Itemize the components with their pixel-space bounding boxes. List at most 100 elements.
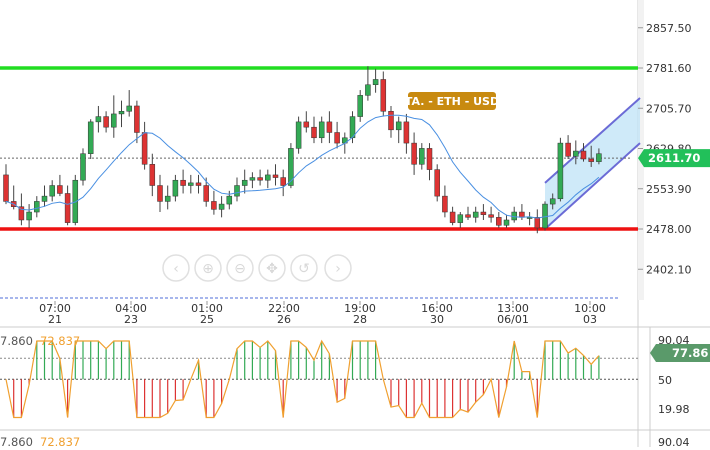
candle-body <box>3 174 9 202</box>
date-tick-label: 30 <box>430 313 444 326</box>
price-tick-label: 2705.70 <box>646 102 692 115</box>
osc2-value-2: 72.837 <box>40 435 80 447</box>
candle-body <box>134 105 140 133</box>
candle-body <box>34 201 40 213</box>
candle-body <box>26 211 32 221</box>
candle-body <box>95 116 102 123</box>
candle-body <box>357 95 363 117</box>
candle-body <box>41 195 48 202</box>
candle-body <box>295 121 302 149</box>
candle-body <box>549 198 556 205</box>
nav-button-glyph: ⊖ <box>234 261 246 277</box>
price-tick-label: 2553.90 <box>646 183 692 196</box>
candle-body <box>326 121 333 133</box>
candle-body <box>64 193 71 223</box>
candle-body <box>503 219 510 226</box>
date-tick-label: 21 <box>48 313 62 326</box>
candle-body <box>280 177 286 186</box>
osc-current-label: 77.86 <box>672 346 708 360</box>
candle-body <box>80 153 86 181</box>
candle-body <box>488 214 494 218</box>
candle-body <box>87 121 94 154</box>
candle-body <box>534 217 541 229</box>
candle-body <box>257 177 263 181</box>
date-tick-label: 28 <box>353 313 367 326</box>
candle-body <box>311 126 317 139</box>
osc-tick-label: 19.98 <box>658 403 690 416</box>
date-tick-label: 26 <box>277 313 291 326</box>
candle-body <box>118 111 125 115</box>
candle-body <box>49 185 55 197</box>
price-tick-label: 2781.60 <box>646 62 692 75</box>
price-tick-label: 2857.50 <box>646 22 692 35</box>
candle-body <box>218 203 225 210</box>
date-tick-label: 03 <box>583 313 597 326</box>
instrument-tag: TA. - ETH - USD <box>405 95 499 108</box>
candle-body <box>403 121 410 144</box>
candle-body <box>596 153 602 162</box>
candle-body <box>395 121 402 131</box>
date-tick-label: 23 <box>124 313 138 326</box>
candle-body <box>126 105 132 112</box>
price-tick-label: 2478.00 <box>646 223 692 236</box>
candle-body <box>288 148 294 186</box>
candle-body <box>519 211 525 218</box>
osc2-tick-label: 90.04 <box>658 436 690 447</box>
current-price-label: 2611.70 <box>648 151 700 165</box>
candle-body <box>234 185 240 197</box>
osc-value-1: 7.860 <box>0 334 33 348</box>
candle-body <box>203 185 209 202</box>
candle-body <box>188 182 194 186</box>
candle-body <box>426 148 433 170</box>
candle-body <box>580 150 587 160</box>
osc2-value-1: 7.860 <box>0 435 33 447</box>
price-tick-label: 2402.10 <box>646 263 692 276</box>
candle-body <box>111 113 117 128</box>
candle-body <box>372 79 379 86</box>
candle-body <box>380 79 387 112</box>
candle-body <box>318 121 325 139</box>
candle-body <box>103 116 109 128</box>
nav-button-glyph: ✥ <box>266 261 278 277</box>
nav-button-glyph: ↺ <box>298 261 310 277</box>
candle-body <box>57 185 63 194</box>
nav-button-glyph: ‹ <box>173 261 179 277</box>
candle-body <box>180 179 186 186</box>
candle-body <box>149 164 156 186</box>
candle-body <box>457 214 464 223</box>
candle-body <box>496 217 502 226</box>
candle-body <box>388 111 394 131</box>
candle-body <box>157 185 163 202</box>
candle-body <box>472 211 479 218</box>
candle-body <box>434 169 440 197</box>
candle-body <box>573 150 579 157</box>
osc-value-2: 72.837 <box>40 334 80 348</box>
date-tick-label: 25 <box>200 313 214 326</box>
osc-tick-label: 50 <box>658 374 672 387</box>
candle-body <box>164 195 171 202</box>
candle-body <box>334 132 340 144</box>
candle-body <box>265 174 271 181</box>
nav-button-glyph: › <box>335 261 341 277</box>
candle-body <box>303 121 310 128</box>
candle-body <box>411 142 417 165</box>
candle-body <box>272 174 279 178</box>
candle-body <box>211 201 217 210</box>
candle-body <box>172 179 179 197</box>
candle-body <box>365 84 371 96</box>
nav-button-glyph: ⊕ <box>202 261 214 277</box>
candle-body <box>241 179 248 186</box>
candle-body <box>195 182 202 186</box>
candle-body <box>449 211 456 223</box>
candle-body <box>226 195 233 205</box>
candle-body <box>465 214 471 218</box>
candle-body <box>141 132 148 165</box>
trading-chart[interactable]: 2857.50 2781.60 2705.70 2629.80 2553.90 2478.… <box>0 0 710 449</box>
candle-body <box>480 211 487 215</box>
date-tick-label: 06/01 <box>497 313 529 326</box>
chart-canvas[interactable]: 2857.502781.602705.702629.802553.902478.… <box>0 0 710 449</box>
candle-body <box>588 158 594 162</box>
candle-body <box>565 142 571 157</box>
candle-body <box>557 142 564 200</box>
candle-body <box>442 195 448 213</box>
